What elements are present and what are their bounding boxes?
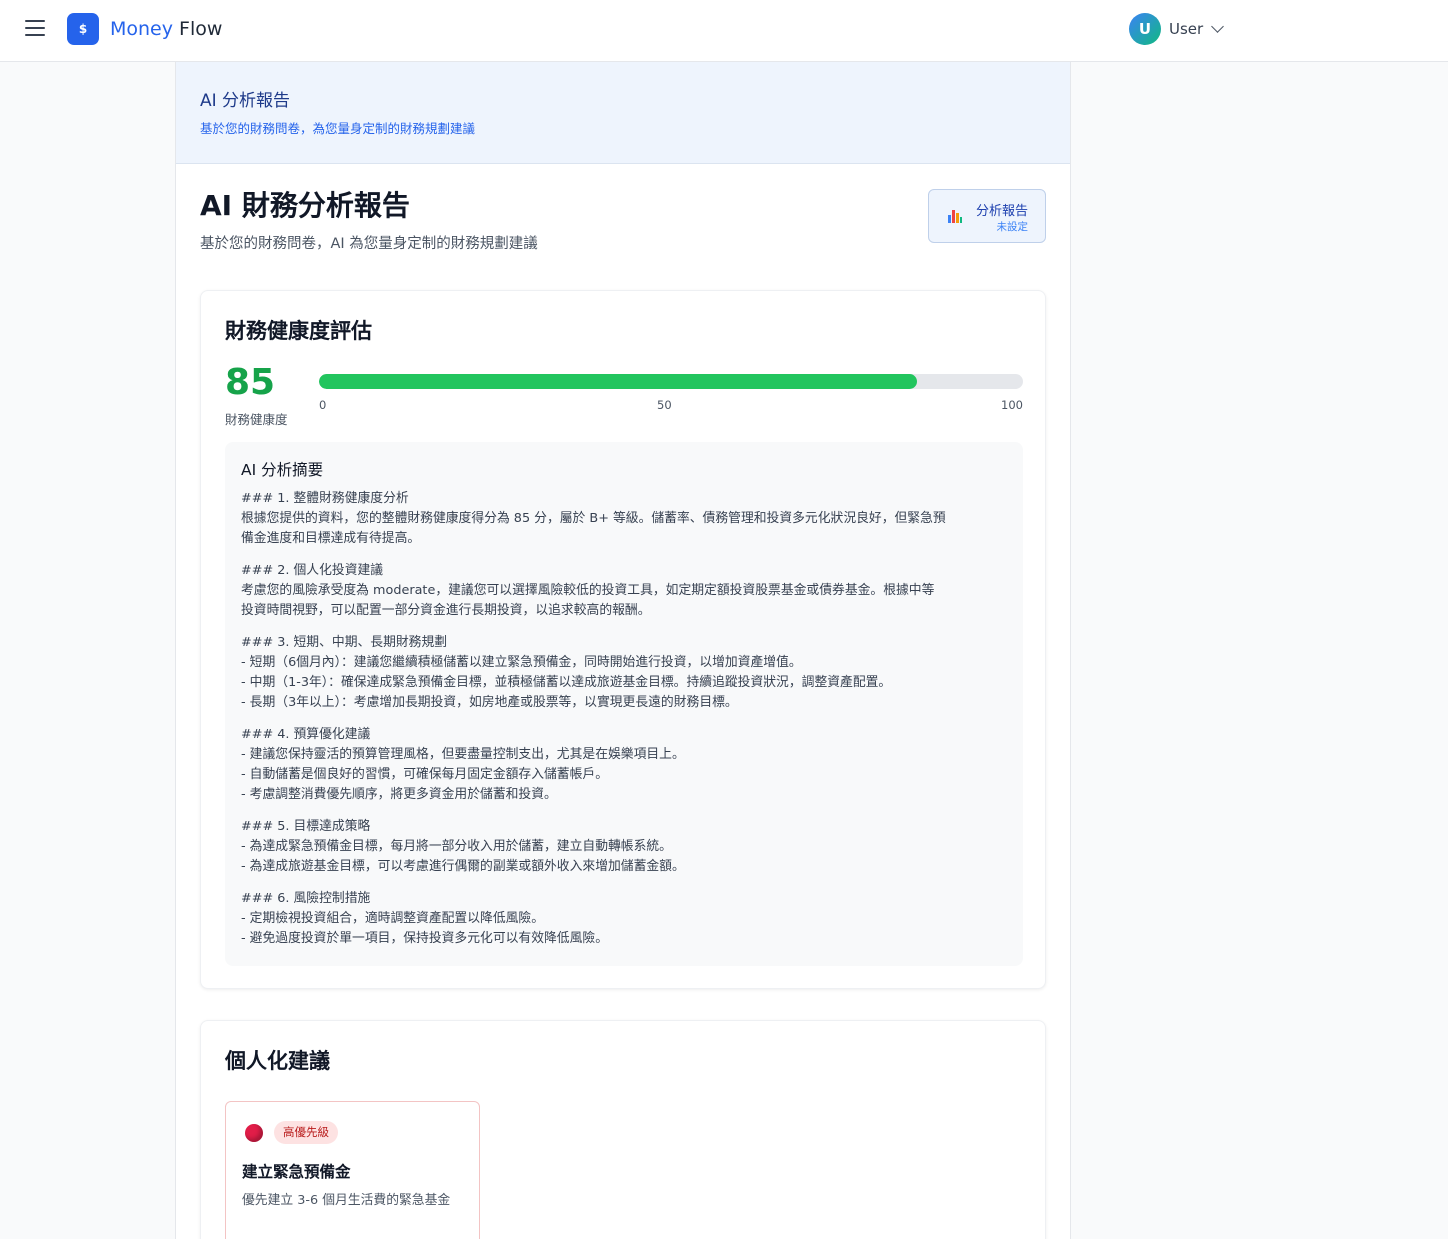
page-title: AI 分析報告 xyxy=(200,91,291,111)
summary-section-heading: ### 1. 整體財務健康度分析 xyxy=(241,491,409,506)
summary-section-line: - 為達成緊急預備金目標，每月將一部分收入用於儲蓄，建立自動轉帳系統。 xyxy=(241,839,672,854)
report-header: AI 財務分析報告 基於您的財務問卷，AI 為您量身定制的財務規劃建議 xyxy=(200,188,538,254)
health-progress-fill xyxy=(319,374,918,389)
high-priority-dot-icon xyxy=(245,1124,263,1142)
summary-section-line: 考慮您的風險承受度為 moderate，建議您可以選擇風險較低的投資工具，如定期… xyxy=(241,583,935,598)
health-score: 85 xyxy=(225,362,276,403)
recommendation-card[interactable]: 高優先級 建立緊急預備金 優先建立 3-6 個月生活費的緊急基金 xyxy=(225,1101,480,1239)
brand-text-money: Money xyxy=(110,18,173,40)
report-subtitle: 基於您的財務問卷，AI 為您量身定制的財務規劃建議 xyxy=(200,236,538,252)
analysis-report-label: 分析報告 xyxy=(975,204,1028,219)
summary-section-line: - 自動儲蓄是個良好的習慣，可確保每月固定金額存入儲蓄帳戶。 xyxy=(241,767,608,782)
user-menu-button[interactable]: U User xyxy=(1129,13,1225,45)
summary-section-line: - 為達成旅遊基金目標，可以考慮進行偶爾的副業或額外收入來增加儲蓄金額。 xyxy=(241,859,685,874)
summary-section-line: - 考慮調整消費優先順序，將更多資金用於儲蓄和投資。 xyxy=(241,787,557,802)
summary-section-heading: ### 3. 短期、中期、長期財務規劃 xyxy=(241,635,448,650)
analysis-report-status: 未設定 xyxy=(996,221,1029,233)
menu-icon[interactable] xyxy=(25,20,45,36)
summary-section-line: - 建議您保持靈活的預算管理風格，但要盡量控制支出，尤其是在娛樂項目上。 xyxy=(241,747,685,762)
top-navbar: $ Money Flow U User xyxy=(0,0,1448,62)
user-name: User xyxy=(1169,20,1204,38)
report-title: AI 財務分析報告 xyxy=(200,189,410,222)
summary-section-line: 根據您提供的資料，您的整體財務健康度得分為 85 分，屬於 B+ 等級。儲蓄率、… xyxy=(241,511,946,526)
recommendation-title: 建立緊急預備金 xyxy=(242,1163,351,1181)
ai-summary-sections: ### 1. 整體財務健康度分析根據您提供的資料，您的整體財務健康度得分為 85… xyxy=(241,489,1007,949)
summary-section-line: - 定期檢視投資組合，適時調整資產配置以降低風險。 xyxy=(241,911,545,926)
avatar: U xyxy=(1129,13,1161,45)
summary-section: ### 2. 個人化投資建議考慮您的風險承受度為 moderate，建議您可以選… xyxy=(241,561,1007,621)
recommendations-card: 個人化建議 高優先級 建立緊急預備金 優先建立 3-6 個月生活費的緊急基金 xyxy=(200,1020,1046,1239)
summary-section-heading: ### 6. 風險控制措施 xyxy=(241,891,371,906)
page-subtitle: 基於您的財務問卷，為您量身定制的財務規劃建議 xyxy=(200,121,476,136)
app-brand[interactable]: Money Flow xyxy=(110,17,222,41)
progress-tick-0: 0 xyxy=(319,398,327,412)
financial-health-card: 財務健康度評估 85 財務健康度 0 50 100 AI 分析摘要 ### 1.… xyxy=(200,290,1046,989)
summary-section-line: 投資時間視野，可以配置一部分資金進行長期投資，以追求較高的報酬。 xyxy=(241,603,651,618)
progress-tick-100: 100 xyxy=(1001,398,1023,412)
summary-section: ### 5. 目標達成策略 - 為達成緊急預備金目標，每月將一部分收入用於儲蓄，建… xyxy=(241,817,1007,877)
recommendation-description: 優先建立 3-6 個月生活費的緊急基金 xyxy=(242,1193,451,1208)
summary-section: ### 6. 風險控制措施 - 定期檢視投資組合，適時調整資產配置以降低風險。 - … xyxy=(241,889,1007,949)
analysis-report-button[interactable]: 分析報告 未設定 xyxy=(928,189,1046,243)
recommendations-title: 個人化建議 xyxy=(225,1049,330,1073)
summary-section-line: - 短期（6個月內）：建議您繼續積極儲蓄以建立緊急預備金，同時開始進行投資，以增… xyxy=(241,655,802,670)
priority-badge: 高優先級 xyxy=(274,1121,338,1144)
health-score-label: 財務健康度 xyxy=(225,412,288,427)
progress-tick-50: 50 xyxy=(657,398,672,412)
ai-summary-panel: AI 分析摘要 ### 1. 整體財務健康度分析根據您提供的資料，您的整體財務健… xyxy=(225,442,1023,966)
summary-section-heading: ### 2. 個人化投資建議 xyxy=(241,563,384,578)
summary-section-heading: ### 5. 目標達成策略 xyxy=(241,819,371,834)
health-card-title: 財務健康度評估 xyxy=(225,319,372,343)
summary-section-line: - 中期（1-3年）：確保達成緊急預備金目標，並積極儲蓄以達成旅遊基金目標。持續… xyxy=(241,675,892,690)
main-content: AI 分析報告 基於您的財務問卷，為您量身定制的財務規劃建議 AI 財務分析報告… xyxy=(175,62,1071,1239)
summary-section-heading: ### 4. 預算優化建議 xyxy=(241,727,371,742)
bar-chart-icon xyxy=(948,209,962,223)
summary-section-line: - 長期（3年以上）：考慮增加長期投資，如房地產或股票等，以實現更長遠的財務目標… xyxy=(241,695,738,710)
health-progress-bar xyxy=(319,374,1023,389)
brand-text-flow: Flow xyxy=(179,18,223,40)
page-header-banner: AI 分析報告 基於您的財務問卷，為您量身定制的財務規劃建議 xyxy=(176,62,1070,164)
summary-section-line: 備金進度和目標達成有待提高。 xyxy=(241,531,421,546)
chevron-down-icon xyxy=(1211,20,1225,33)
app-logo-icon[interactable]: $ xyxy=(67,13,99,45)
summary-section: ### 3. 短期、中期、長期財務規劃 - 短期（6個月內）：建議您繼續積極儲蓄以… xyxy=(241,633,1007,713)
summary-section: ### 4. 預算優化建議 - 建議您保持靈活的預算管理風格，但要盡量控制支出，尤… xyxy=(241,725,1007,805)
summary-section: ### 1. 整體財務健康度分析根據您提供的資料，您的整體財務健康度得分為 85… xyxy=(241,489,1007,549)
ai-summary-title: AI 分析摘要 xyxy=(241,461,324,479)
summary-section-line: - 避免過度投資於單一項目，保持投資多元化可以有效降低風險。 xyxy=(241,931,608,946)
